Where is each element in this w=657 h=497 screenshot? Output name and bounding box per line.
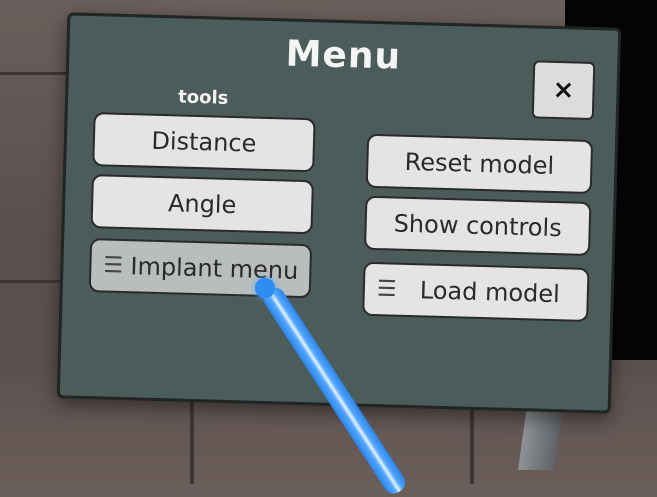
load-model-button-label: Load model [419, 276, 561, 309]
show-controls-button-label: Show controls [393, 209, 563, 243]
angle-button[interactable]: Angle [90, 174, 314, 235]
show-controls-button[interactable]: Show controls [363, 195, 592, 257]
floor-seam [470, 400, 474, 484]
implant-menu-button-label: Implant menu [130, 252, 299, 285]
hamburger-icon: ☰ [376, 276, 397, 303]
close-button[interactable]: × [531, 60, 596, 121]
distance-button[interactable]: Distance [92, 112, 316, 173]
reset-model-button-label: Reset model [404, 147, 555, 180]
hamburger-icon: ☰ [103, 252, 124, 279]
load-model-button[interactable]: ☰ Load model [362, 261, 590, 322]
floor-seam [190, 395, 194, 484]
tools-label: tools [177, 86, 229, 109]
distance-button-label: Distance [151, 126, 257, 158]
angle-button-label: Angle [167, 189, 237, 220]
floor-seam [0, 72, 70, 75]
close-icon: × [552, 74, 575, 106]
menu-panel: Menu × tools Distance Angle ☰ Implant me… [56, 12, 622, 414]
pointer-cursor-icon [255, 278, 275, 298]
reset-model-button[interactable]: Reset model [365, 133, 594, 195]
